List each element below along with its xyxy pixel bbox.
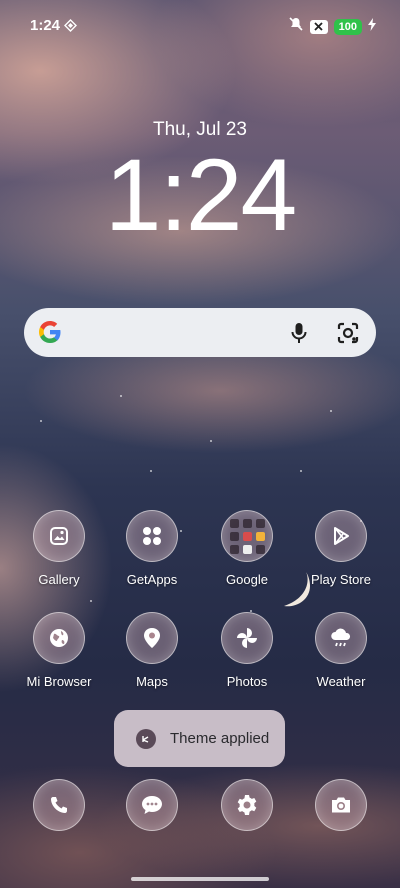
weather-icon (315, 612, 367, 664)
settings-icon (221, 779, 273, 831)
app-label: Gallery (38, 572, 80, 587)
app-photos[interactable]: Photos (199, 612, 295, 689)
crescent-moon (280, 570, 312, 615)
google-logo (37, 319, 63, 350)
toast-message: Theme applied (170, 730, 270, 747)
theme-app-icon (136, 728, 156, 749)
app-weather[interactable]: Weather (293, 612, 389, 689)
mute-icon (288, 16, 304, 37)
app-mi-browser[interactable]: Mi Browser (11, 612, 107, 689)
dock-camera[interactable] (293, 779, 389, 831)
app-label: GetApps (126, 572, 178, 587)
lens-icon[interactable] (336, 321, 360, 350)
toast-notification: Theme applied (114, 710, 285, 767)
google-search-bar[interactable] (24, 308, 376, 357)
app-label: Photos (226, 674, 268, 689)
status-bar: 1:24 100 (0, 0, 400, 52)
photos-icon (221, 612, 273, 664)
getapps-icon (126, 510, 178, 562)
play-store-icon (315, 510, 367, 562)
x-badge-icon (309, 19, 328, 34)
messages-icon (126, 779, 178, 831)
maps-icon (126, 612, 178, 664)
mic-icon[interactable] (288, 321, 310, 350)
app-maps[interactable]: Maps (104, 612, 200, 689)
phone-icon (33, 779, 85, 831)
app-label: Mi Browser (26, 674, 92, 689)
home-indicator[interactable] (131, 877, 269, 881)
app-label: Weather (316, 674, 366, 689)
dock-settings[interactable] (199, 779, 295, 831)
app-label: Maps (136, 674, 168, 689)
diamond-icon (64, 19, 77, 37)
dock-messages[interactable] (104, 779, 200, 831)
app-gallery[interactable]: Gallery (11, 510, 107, 587)
battery-level: 100 (333, 18, 362, 35)
globe-icon (33, 612, 85, 664)
app-getapps[interactable]: GetApps (104, 510, 200, 587)
lockscreen-clock[interactable]: 1:24 (0, 140, 400, 250)
camera-icon (315, 779, 367, 831)
charging-icon (368, 17, 376, 36)
gallery-icon (33, 510, 85, 562)
dock-phone[interactable] (11, 779, 107, 831)
status-icons: 100 (288, 16, 376, 37)
google-folder-icon (221, 510, 273, 562)
status-time: 1:24 (30, 17, 61, 34)
